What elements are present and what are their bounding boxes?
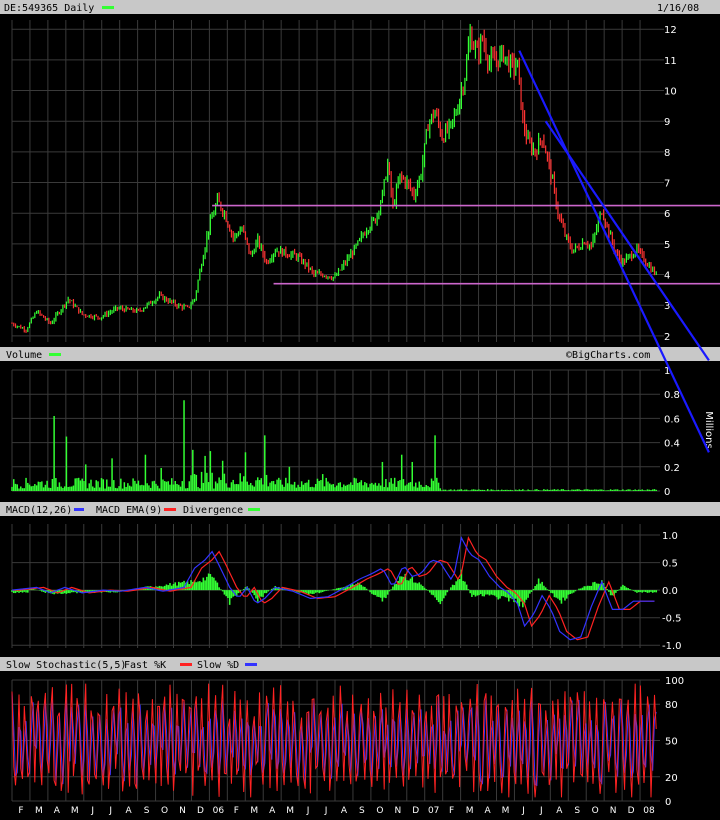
symbol-legend-swatch: [102, 6, 114, 9]
month-tick-label: A: [556, 806, 563, 816]
month-tick-label: A: [484, 806, 491, 816]
volume-tick-label: 0.4: [664, 439, 680, 450]
volume-legend-swatch: [49, 353, 61, 356]
month-tick-label: F: [449, 806, 454, 816]
month-tick-label: J: [521, 806, 525, 816]
month-tick-label: N: [394, 806, 401, 816]
stock-chart: DE:549365 Daily 1/16/08 Volume ©BigChart…: [0, 0, 720, 820]
month-tick-label: M: [250, 806, 258, 816]
price-tick-label: 4: [664, 271, 670, 282]
month-tick-label: 06: [213, 806, 225, 816]
volume-title: Volume: [6, 350, 42, 361]
price-tick-label: 5: [664, 240, 670, 251]
stochastic-title: Slow Stochastic(5,5): [6, 660, 126, 671]
price-tick-label: 10: [664, 87, 677, 98]
month-tick-label: M: [466, 806, 474, 816]
month-tick-label: J: [90, 806, 94, 816]
month-tick-label: A: [341, 806, 348, 816]
stochastic-tick-label: 50: [665, 737, 678, 748]
month-tick-label: D: [197, 806, 204, 816]
macd-tick-label: 0.0: [662, 586, 678, 597]
price-tick-label: 6: [664, 209, 670, 220]
price-tick-label: 12: [664, 25, 677, 36]
month-tick-label: M: [286, 806, 294, 816]
month-tick-label: J: [539, 806, 543, 816]
ema-legend-swatch: [164, 508, 176, 511]
month-tick-label: D: [628, 806, 635, 816]
divergence-label: Divergence: [183, 505, 243, 516]
slowd-legend-swatch: [245, 663, 257, 666]
macd-ema-label: MACD EMA(9): [96, 505, 162, 516]
month-tick-label: S: [574, 806, 580, 816]
month-tick-label: M: [502, 806, 510, 816]
volume-tick-label: 0.2: [664, 463, 680, 474]
fastk-legend-swatch: [180, 663, 192, 666]
month-tick-label: O: [592, 806, 599, 816]
volume-panel-content: [0, 362, 720, 501]
month-tick-label: M: [35, 806, 43, 816]
stochastic-tick-label: 0: [665, 797, 671, 808]
month-tick-label: A: [126, 806, 133, 816]
slowd-label: Slow %D: [197, 660, 239, 671]
stochastic-tick-label: 20: [665, 773, 678, 784]
month-tick-label: O: [376, 806, 383, 816]
symbol-label: DE:549365 Daily: [4, 3, 94, 14]
watermark: ©BigCharts.com: [566, 350, 650, 361]
price-tick-label: 2: [664, 332, 670, 343]
divergence-legend-swatch: [248, 508, 260, 511]
month-tick-label: M: [71, 806, 79, 816]
volume-tick-label: 0: [664, 487, 670, 498]
month-tick-label: S: [144, 806, 150, 816]
stochastic-tick-label: 100: [665, 676, 684, 687]
stochastic-tick-label: 80: [665, 700, 678, 711]
price-panel: [0, 0, 720, 345]
date-label: 1/16/08: [657, 3, 699, 14]
price-tick-label: 9: [664, 117, 670, 128]
month-tick-label: J: [306, 806, 310, 816]
month-tick-label: 08: [643, 806, 655, 816]
price-tick-label: 7: [664, 179, 670, 190]
month-tick-label: F: [234, 806, 239, 816]
volume-tick-label: 0.8: [664, 390, 680, 401]
month-tick-label: O: [161, 806, 168, 816]
macd-title: MACD(12,26): [6, 505, 72, 516]
month-tick-label: 07: [428, 806, 439, 816]
month-tick-label: J: [108, 806, 112, 816]
macd-legend-swatch: [74, 508, 84, 511]
month-tick-label: N: [610, 806, 617, 816]
stochastic-panel-content: [0, 672, 720, 820]
volume-background: [0, 362, 720, 501]
price-tick-label: 11: [664, 56, 677, 67]
month-tick-label: A: [54, 806, 61, 816]
month-tick-label: F: [18, 806, 23, 816]
macd-tick-label: -0.5: [662, 614, 682, 625]
month-tick-label: J: [324, 806, 328, 816]
fastk-label: Fast %K: [124, 660, 166, 671]
month-tick-label: A: [269, 806, 276, 816]
price-tick-label: 8: [664, 148, 670, 159]
macd-tick-label: 1.0: [662, 531, 678, 542]
macd-panel-content: [0, 517, 720, 656]
macd-tick-label: 0.5: [662, 559, 678, 570]
month-tick-label: N: [179, 806, 186, 816]
month-tick-label: D: [412, 806, 419, 816]
volume-tick-label: 0.6: [664, 414, 680, 425]
month-tick-label: S: [359, 806, 365, 816]
macd-tick-label: -1.0: [662, 641, 682, 652]
